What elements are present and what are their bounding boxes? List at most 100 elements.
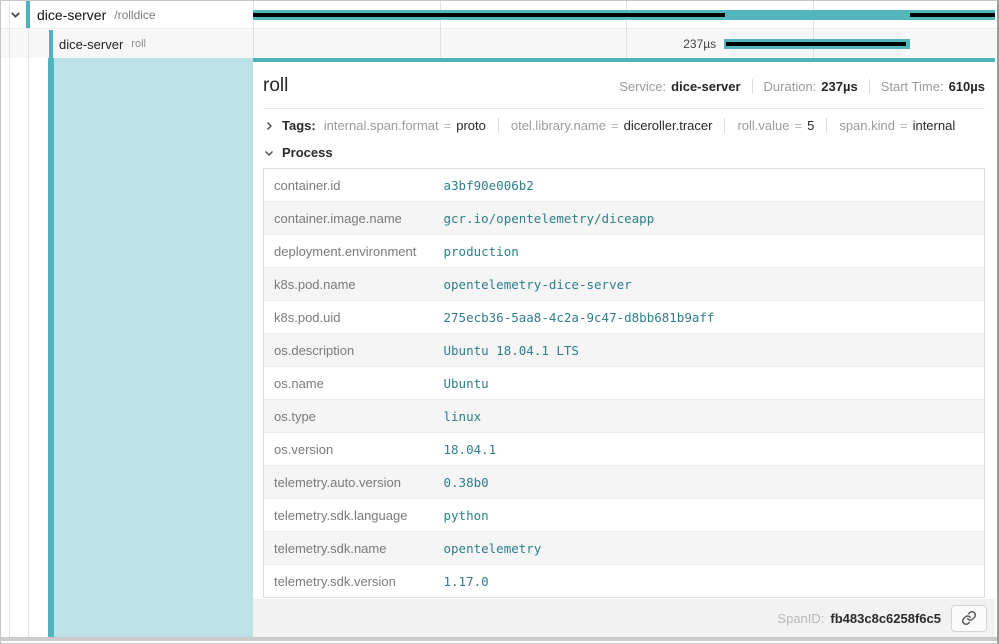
tags-accordion-header[interactable]: Tags: internal.span.format = proto otel.… xyxy=(263,109,985,142)
table-row: os.nameUbuntu xyxy=(264,367,985,400)
tag-value: diceroller.tracer xyxy=(624,118,713,133)
tag-value: proto xyxy=(456,118,486,133)
process-value: 0.38b0 xyxy=(442,466,985,499)
divider xyxy=(724,118,725,133)
equals-sign: = xyxy=(795,118,803,133)
tag-summary-item: span.kind = internal xyxy=(839,118,955,133)
process-value: linux xyxy=(442,400,985,433)
process-value: python xyxy=(442,499,985,532)
span-stats: Service: dice-server Duration: 237µs Sta… xyxy=(619,79,985,94)
timeline-row: 237µs xyxy=(253,30,995,58)
jaeger-trace-detail-window: dice-server /rolldice dice-server roll 2… xyxy=(0,0,999,644)
span-name-column[interactable]: dice-server roll xyxy=(1,30,253,58)
process-label: Process xyxy=(282,145,333,160)
critical-path-segment xyxy=(910,13,995,17)
stat-value: 237µs xyxy=(821,79,857,94)
table-row: deployment.environmentproduction xyxy=(264,235,985,268)
deep-link-button[interactable] xyxy=(951,605,987,632)
timeline-row xyxy=(253,1,995,28)
span-detail-footer: SpanID: fb483c8c6258f6c5 xyxy=(253,599,995,637)
stat-value: 610µs xyxy=(949,79,985,94)
span-bar-roll[interactable] xyxy=(724,39,910,49)
process-value: opentelemetry xyxy=(442,532,985,565)
table-row: os.typelinux xyxy=(264,400,985,433)
span-duration-label: 237µs xyxy=(683,37,716,51)
span-bar-rolldice[interactable] xyxy=(253,10,995,20)
stat-label: Duration: xyxy=(764,79,817,94)
process-key: telemetry.sdk.name xyxy=(264,532,442,565)
link-icon xyxy=(961,610,977,626)
process-value: 275ecb36-5aa8-4c2a-9c47-d8bb681b9aff xyxy=(442,301,985,334)
tag-summary-item: otel.library.name = diceroller.tracer xyxy=(511,118,713,133)
span-row-rolldice[interactable]: dice-server /rolldice xyxy=(1,1,997,29)
process-key: telemetry.sdk.language xyxy=(264,499,442,532)
tag-summary-item: internal.span.format = proto xyxy=(324,118,486,133)
table-row: k8s.pod.nameopentelemetry-dice-server xyxy=(264,268,985,301)
span-title: roll xyxy=(263,75,288,97)
process-value: a3bf90e006b2 xyxy=(442,169,985,202)
process-accordion-header[interactable]: Process xyxy=(263,142,985,168)
critical-path-segment xyxy=(253,13,725,17)
chevron-right-icon[interactable] xyxy=(263,120,275,132)
process-value: production xyxy=(442,235,985,268)
process-key: container.id xyxy=(264,169,442,202)
indent-guide xyxy=(28,1,29,637)
service-name: dice-server xyxy=(59,37,123,52)
span-name-column[interactable]: dice-server /rolldice xyxy=(1,1,253,28)
process-key: container.image.name xyxy=(264,202,442,235)
operation-name: roll xyxy=(131,38,146,50)
process-value: Ubuntu xyxy=(442,367,985,400)
process-value: 1.17.0 xyxy=(442,565,985,598)
tags-label: Tags: xyxy=(282,118,316,133)
table-row: os.version18.04.1 xyxy=(264,433,985,466)
table-row: container.ida3bf90e006b2 xyxy=(264,169,985,202)
tag-value: internal xyxy=(913,118,956,133)
process-key: k8s.pod.uid xyxy=(264,301,442,334)
process-key: k8s.pod.name xyxy=(264,268,442,301)
table-row: container.image.namegcr.io/opentelemetry… xyxy=(264,202,985,235)
tag-summary-item: roll.value = 5 xyxy=(737,118,814,133)
divider xyxy=(752,79,753,94)
table-row: telemetry.sdk.version1.17.0 xyxy=(264,565,985,598)
stat-value: dice-server xyxy=(671,79,740,94)
table-row: k8s.pod.uid275ecb36-5aa8-4c2a-9c47-d8bb6… xyxy=(264,301,985,334)
process-value: Ubuntu 18.04.1 LTS xyxy=(442,334,985,367)
process-key: os.description xyxy=(264,334,442,367)
service-name: dice-server xyxy=(37,7,106,23)
process-keyvalue-table: container.ida3bf90e006b2 container.image… xyxy=(263,168,985,598)
divider xyxy=(869,79,870,94)
operation-name: /rolldice xyxy=(114,8,155,22)
indent-guide xyxy=(9,1,10,637)
critical-path-segment xyxy=(726,42,906,46)
span-detail-body: roll Service: dice-server Duration: 237µ… xyxy=(253,62,995,599)
span-row-roll-selected[interactable]: dice-server roll 237µs xyxy=(1,30,997,58)
process-key: os.name xyxy=(264,367,442,400)
tag-key: internal.span.format xyxy=(324,118,439,133)
span-color-bar xyxy=(26,1,30,28)
equals-sign: = xyxy=(611,118,619,133)
chevron-down-icon[interactable] xyxy=(263,147,275,159)
span-detail-panel: roll Service: dice-server Duration: 237µ… xyxy=(253,58,995,637)
tag-value: 5 xyxy=(807,118,814,133)
detail-header: roll Service: dice-server Duration: 237µ… xyxy=(263,75,985,97)
span-color-bar xyxy=(49,30,53,58)
process-key: deployment.environment xyxy=(264,235,442,268)
detail-indent-fill xyxy=(54,58,253,637)
chevron-down-icon[interactable] xyxy=(9,8,22,21)
table-row: telemetry.sdk.nameopentelemetry xyxy=(264,532,985,565)
divider xyxy=(498,118,499,133)
process-key: os.type xyxy=(264,400,442,433)
table-row: os.descriptionUbuntu 18.04.1 LTS xyxy=(264,334,985,367)
process-key: os.version xyxy=(264,433,442,466)
divider xyxy=(826,118,827,133)
stat-label: Start Time: xyxy=(881,79,944,94)
spanid-value: fb483c8c6258f6c5 xyxy=(830,611,941,626)
process-key: telemetry.sdk.version xyxy=(264,565,442,598)
process-value: 18.04.1 xyxy=(442,433,985,466)
tag-key: roll.value xyxy=(737,118,789,133)
table-row: telemetry.auto.version0.38b0 xyxy=(264,466,985,499)
process-value: opentelemetry-dice-server xyxy=(442,268,985,301)
spanid-label: SpanID: xyxy=(777,611,824,626)
tag-key: span.kind xyxy=(839,118,895,133)
process-value: gcr.io/opentelemetry/diceapp xyxy=(442,202,985,235)
